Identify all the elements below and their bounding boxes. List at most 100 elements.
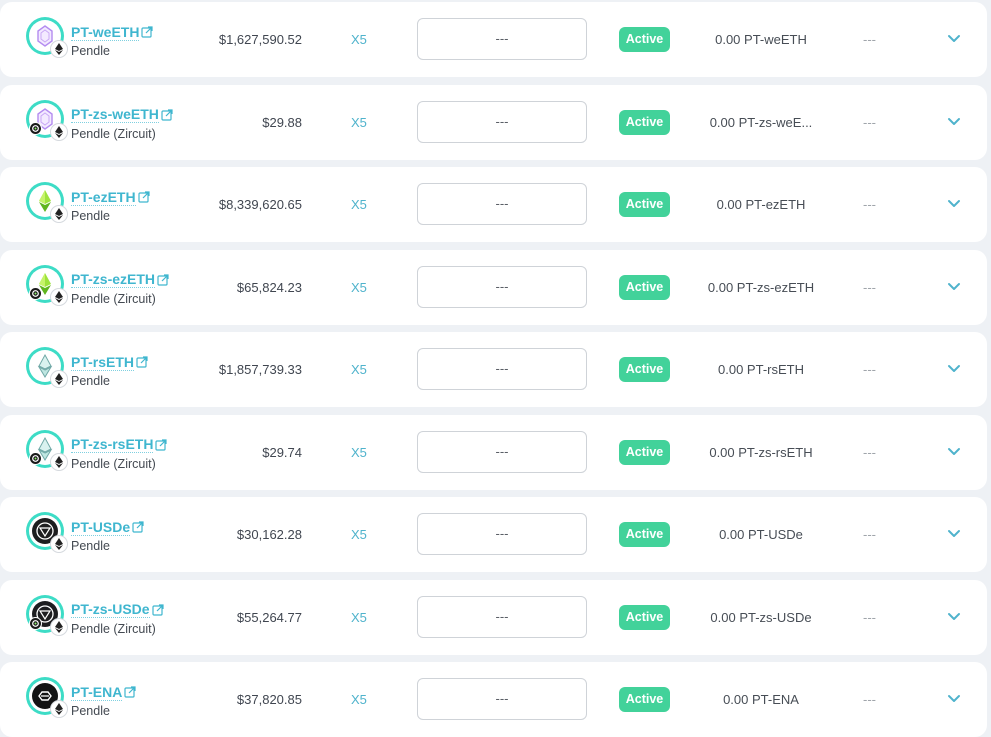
status-badge: Active <box>619 109 670 135</box>
amount-input[interactable]: --- <box>417 678 587 720</box>
chevron-down-icon <box>948 35 960 42</box>
balance-value: 0.00 PT-USDe <box>719 527 803 542</box>
protocol-label: Pendle <box>71 209 110 223</box>
external-link-icon <box>161 108 173 121</box>
status-badge: Active <box>619 439 670 465</box>
amount-input[interactable]: --- <box>417 430 587 473</box>
chevron-down-icon <box>948 612 960 620</box>
external-link-icon <box>124 686 136 698</box>
extra-value: --- <box>863 279 876 295</box>
token-name: PT-zs-weETH <box>71 106 159 123</box>
tvl-value: $1,857,739.33 <box>218 362 302 377</box>
token-name-link[interactable]: PT-ENA <box>71 683 136 701</box>
multiplier-value: X5 <box>351 279 367 295</box>
status-badge: Active <box>619 687 670 712</box>
amount-input[interactable]: --- <box>417 595 587 638</box>
chevron-down-icon <box>948 200 960 207</box>
token-name-link[interactable]: PT-zs-USDe <box>71 601 164 619</box>
amount-input[interactable]: --- <box>417 513 587 555</box>
chevron-down-icon <box>948 447 960 455</box>
balance-value: 0.00 PT-ezETH <box>716 197 806 212</box>
balance-value: 0.00 PT-ENA <box>723 692 799 707</box>
multiplier-value: X5 <box>351 32 367 47</box>
tvl-value: $8,339,620.65 <box>218 197 302 212</box>
balance-value: 0.00 PT-zs-weE... <box>709 114 813 130</box>
token-name-link[interactable]: PT-zs-rsETH <box>71 436 168 454</box>
pool-row: PT-rsETH Pendle $1,857,739.33 X5 --- Act… <box>0 332 987 407</box>
pool-row: PT-zs-USDe Pendle (Zircuit) $55,264.77 X… <box>0 579 987 655</box>
protocol-label: Pendle <box>71 539 110 553</box>
tvl-value: $65,824.23 <box>236 279 302 295</box>
status-badge: Active <box>619 522 670 547</box>
token-name-link[interactable]: PT-rsETH <box>71 353 148 371</box>
multiplier-value: X5 <box>351 197 367 212</box>
expand-row-button[interactable] <box>946 527 964 543</box>
tvl-value: $29.88 <box>262 114 302 130</box>
token-name-link[interactable]: PT-weETH <box>71 23 154 41</box>
balance-value: 0.00 PT-zs-rsETH <box>709 444 813 460</box>
protocol-label: Pendle <box>71 704 110 718</box>
status-badge: Active <box>619 27 670 52</box>
zircuit-icon <box>29 451 42 465</box>
expand-row-button[interactable] <box>946 32 964 48</box>
zircuit-icon <box>29 616 42 630</box>
expand-row-button[interactable] <box>946 115 964 131</box>
expand-row-button[interactable] <box>946 445 964 461</box>
extra-value: --- <box>863 197 876 212</box>
amount-input[interactable]: --- <box>417 18 587 60</box>
pool-row: PT-zs-weETH Pendle (Zircuit) $29.88 X5 -… <box>0 84 987 160</box>
amount-input[interactable]: --- <box>417 265 587 308</box>
external-link-icon <box>157 273 169 286</box>
protocol-label: Pendle (Zircuit) <box>71 456 156 471</box>
balance-value: 0.00 PT-rsETH <box>718 362 804 377</box>
status-badge: Active <box>619 357 670 382</box>
token-name: PT-zs-rsETH <box>71 436 154 453</box>
token-name: PT-zs-USDe <box>71 601 150 618</box>
protocol-label: Pendle <box>71 374 110 388</box>
external-link-icon <box>155 438 168 451</box>
token-name-link[interactable]: PT-zs-weETH <box>71 106 173 124</box>
extra-value: --- <box>863 609 876 625</box>
expand-row-button[interactable] <box>946 280 964 296</box>
tvl-value: $29.74 <box>262 444 302 460</box>
extra-value: --- <box>863 444 876 460</box>
token-name: PT-rsETH <box>71 353 135 371</box>
multiplier-value: X5 <box>351 527 367 542</box>
multiplier-value: X5 <box>351 609 367 625</box>
ethereum-icon <box>50 40 68 58</box>
expand-row-button[interactable] <box>946 362 964 378</box>
chevron-down-icon <box>948 365 960 372</box>
token-name-link[interactable]: PT-USDe <box>71 518 144 536</box>
extra-value: --- <box>863 362 876 377</box>
extra-value: --- <box>863 114 876 130</box>
status-badge: Active <box>619 192 670 217</box>
amount-input[interactable]: --- <box>417 100 587 143</box>
token-name: PT-ENA <box>71 683 123 701</box>
multiplier-value: X5 <box>351 362 367 377</box>
protocol-label: Pendle (Zircuit) <box>71 291 156 306</box>
token-name: PT-zs-ezETH <box>71 271 156 288</box>
chevron-down-icon <box>948 282 960 290</box>
expand-row-button[interactable] <box>946 692 964 708</box>
ethereum-icon <box>50 205 68 223</box>
zircuit-icon <box>29 121 42 135</box>
multiplier-value: X5 <box>351 692 367 707</box>
token-name-link[interactable]: PT-zs-ezETH <box>71 271 169 289</box>
zircuit-icon <box>29 286 42 300</box>
extra-value: --- <box>863 692 876 707</box>
chevron-down-icon <box>948 117 960 125</box>
expand-row-button[interactable] <box>946 197 964 213</box>
amount-input[interactable]: --- <box>417 348 587 390</box>
token-name-link[interactable]: PT-ezETH <box>71 188 150 206</box>
tvl-value: $30,162.28 <box>236 527 302 542</box>
ethereum-icon <box>50 122 68 141</box>
expand-row-button[interactable] <box>946 610 964 626</box>
status-badge: Active <box>619 604 670 630</box>
ethereum-icon <box>50 452 68 471</box>
external-link-icon <box>141 26 154 38</box>
external-link-icon <box>132 521 144 533</box>
pool-row: PT-zs-rsETH Pendle (Zircuit) $29.74 X5 -… <box>0 414 987 490</box>
multiplier-value: X5 <box>351 444 367 460</box>
amount-input[interactable]: --- <box>417 183 587 225</box>
pool-row: PT-ENA Pendle $37,820.85 X5 --- Active 0… <box>0 662 987 737</box>
